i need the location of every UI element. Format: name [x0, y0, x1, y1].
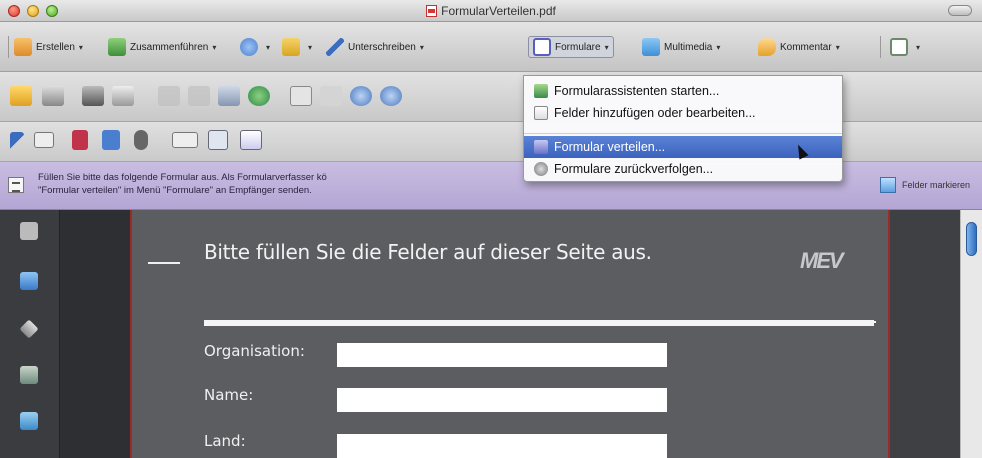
form-wizard-icon [534, 84, 548, 98]
bookmarks-icon[interactable] [20, 272, 38, 290]
ok-button-tool-icon[interactable] [34, 132, 54, 148]
menu-item-label: Formulare zurückverfolgen... [554, 162, 714, 176]
forms-icon [533, 38, 551, 56]
image-icon[interactable] [218, 86, 240, 106]
country-field[interactable] [337, 434, 667, 458]
checkbox-tool-icon[interactable] [102, 130, 120, 150]
window-title-text: FormularVerteilen.pdf [441, 4, 556, 18]
combine-label: Zusammenführen [130, 41, 209, 53]
menu-item-label: Felder hinzufügen oder bearbeiten... [554, 106, 756, 120]
combine-menu-button[interactable]: Zusammenführen ▾ [108, 36, 216, 58]
comment-icon [758, 38, 776, 56]
vertical-scrollbar[interactable] [960, 210, 982, 458]
select-cursor-icon[interactable] [10, 132, 24, 152]
hand-tool-icon[interactable] [320, 86, 342, 106]
toolbar-separator [8, 36, 9, 58]
multimedia-icon [642, 38, 660, 56]
toolbar-separator [880, 36, 881, 58]
highlight-fields-label: Felder markieren [901, 180, 970, 190]
pages-icon[interactable] [20, 222, 38, 240]
message-line-1: Füllen Sie bitte das folgende Formular a… [38, 172, 327, 183]
create-icon [14, 38, 32, 56]
organisation-label: Organisation: [204, 342, 305, 360]
navigation-pane [0, 210, 60, 458]
text-field-tool-icon[interactable] [72, 130, 88, 150]
create-menu-button[interactable]: Erstellen ▾ [14, 36, 83, 58]
edit-fields-icon [534, 106, 548, 120]
message-text: Füllen Sie bitte das folgende Formular a… [38, 171, 508, 197]
track-forms-icon [534, 162, 548, 176]
document-area: Bitte füllen Sie die Felder auf dieser S… [0, 210, 982, 458]
comment-menu-button[interactable]: Kommentar ▾ [758, 36, 840, 58]
form-info-icon [8, 177, 24, 193]
toolbar-toggle-button[interactable] [948, 5, 972, 16]
forms-label: Formulare [555, 41, 601, 53]
pdf-page: Bitte füllen Sie die Felder auf dieser S… [130, 210, 890, 458]
scrollbar-thumb[interactable] [966, 222, 977, 256]
comment-label: Kommentar [780, 41, 832, 53]
dropdown-tool-icon[interactable] [208, 130, 228, 150]
open-folder-icon[interactable] [10, 86, 32, 106]
highlight-fields-icon [879, 177, 896, 193]
divider-rule [204, 320, 874, 326]
forms-menu-button[interactable]: Formulare ▾ [528, 36, 614, 58]
secure-menu-button[interactable]: ▾ [282, 36, 312, 58]
name-label: Name: [204, 386, 254, 404]
country-label: Land: [204, 432, 246, 450]
message-line-2: "Formular verteilen" im Menü "Formulare"… [38, 185, 312, 196]
share-icon [240, 38, 258, 56]
highlight-fields-button[interactable]: Felder markieren [879, 177, 970, 193]
combine-icon [108, 38, 126, 56]
title-bar: FormularVerteilen.pdf [0, 0, 982, 22]
menu-item-track-forms[interactable]: Formulare zurückverfolgen... [524, 158, 842, 180]
share-menu-button[interactable]: ▾ [240, 36, 270, 58]
view-menu-button[interactable]: ▾ [890, 36, 920, 58]
layers-icon[interactable] [19, 319, 39, 339]
decorative-dash [148, 262, 180, 264]
multimedia-menu-button[interactable]: Multimedia ▾ [642, 36, 720, 58]
web-icon[interactable] [248, 86, 270, 106]
print-icon[interactable] [42, 86, 64, 106]
distribute-form-icon [534, 140, 548, 154]
page-heading: Bitte füllen Sie die Felder auf dieser S… [204, 240, 652, 264]
select-text-icon[interactable] [290, 86, 312, 106]
signature-tool-icon[interactable] [240, 130, 262, 150]
zoom-icon[interactable] [350, 86, 372, 106]
settings-icon[interactable] [82, 86, 104, 106]
menu-item-label: Formular verteilen... [554, 140, 666, 154]
divider-rule-extension [832, 321, 876, 323]
sign-icon [326, 38, 344, 56]
page-margin [890, 210, 960, 458]
task-toolbar: Erstellen ▾ Zusammenführen ▾ ▾ ▾ Unterschr… [0, 22, 982, 72]
menu-separator [524, 133, 842, 134]
list-box-tool-icon[interactable] [172, 132, 198, 148]
create-label: Erstellen [36, 41, 75, 53]
mev-logo: MEV [800, 248, 844, 273]
radio-tool-icon[interactable] [134, 130, 148, 150]
navigate-icon[interactable] [380, 86, 402, 106]
fields-tree-icon[interactable] [20, 412, 38, 430]
menu-item-label: Formularassistenten starten... [554, 84, 720, 98]
attachments-icon[interactable] [20, 366, 38, 384]
window-title: FormularVerteilen.pdf [0, 4, 982, 18]
multimedia-label: Multimedia [664, 41, 713, 53]
secure-icon [282, 38, 300, 56]
forms-dropdown-menu: Formularassistenten starten... Felder hi… [523, 75, 843, 182]
view-icon [890, 38, 908, 56]
name-field[interactable] [337, 388, 667, 412]
organisation-field[interactable] [337, 343, 667, 367]
pdf-file-icon [426, 5, 438, 17]
menu-item-edit-fields[interactable]: Felder hinzufügen oder bearbeiten... [524, 102, 842, 124]
sign-menu-button[interactable]: Unterschreiben ▾ [326, 36, 424, 58]
copy-icon[interactable] [188, 86, 210, 106]
save-icon[interactable] [112, 86, 134, 106]
sign-label: Unterschreiben [348, 41, 416, 53]
page-icon[interactable] [158, 86, 180, 106]
menu-item-form-wizard[interactable]: Formularassistenten starten... [524, 80, 842, 102]
